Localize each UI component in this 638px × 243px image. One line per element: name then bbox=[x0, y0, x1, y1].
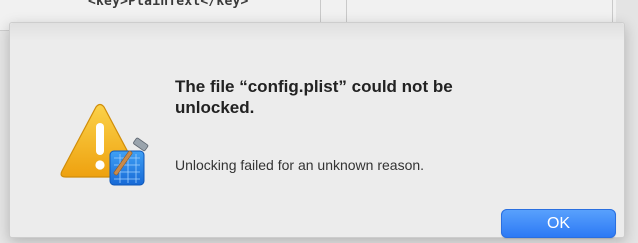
alert-message: Unlocking failed for an unknown reason. bbox=[175, 157, 425, 173]
unlock-error-alert: The file “config.plist” could not be unl… bbox=[9, 22, 625, 238]
alert-top-band bbox=[10, 23, 624, 41]
ok-button[interactable]: OK bbox=[501, 209, 616, 238]
warning-icon bbox=[54, 103, 158, 195]
alert-title: The file “config.plist” could not be unl… bbox=[175, 77, 453, 117]
background-code-line: <key>PlainText</key> bbox=[88, 0, 249, 9]
